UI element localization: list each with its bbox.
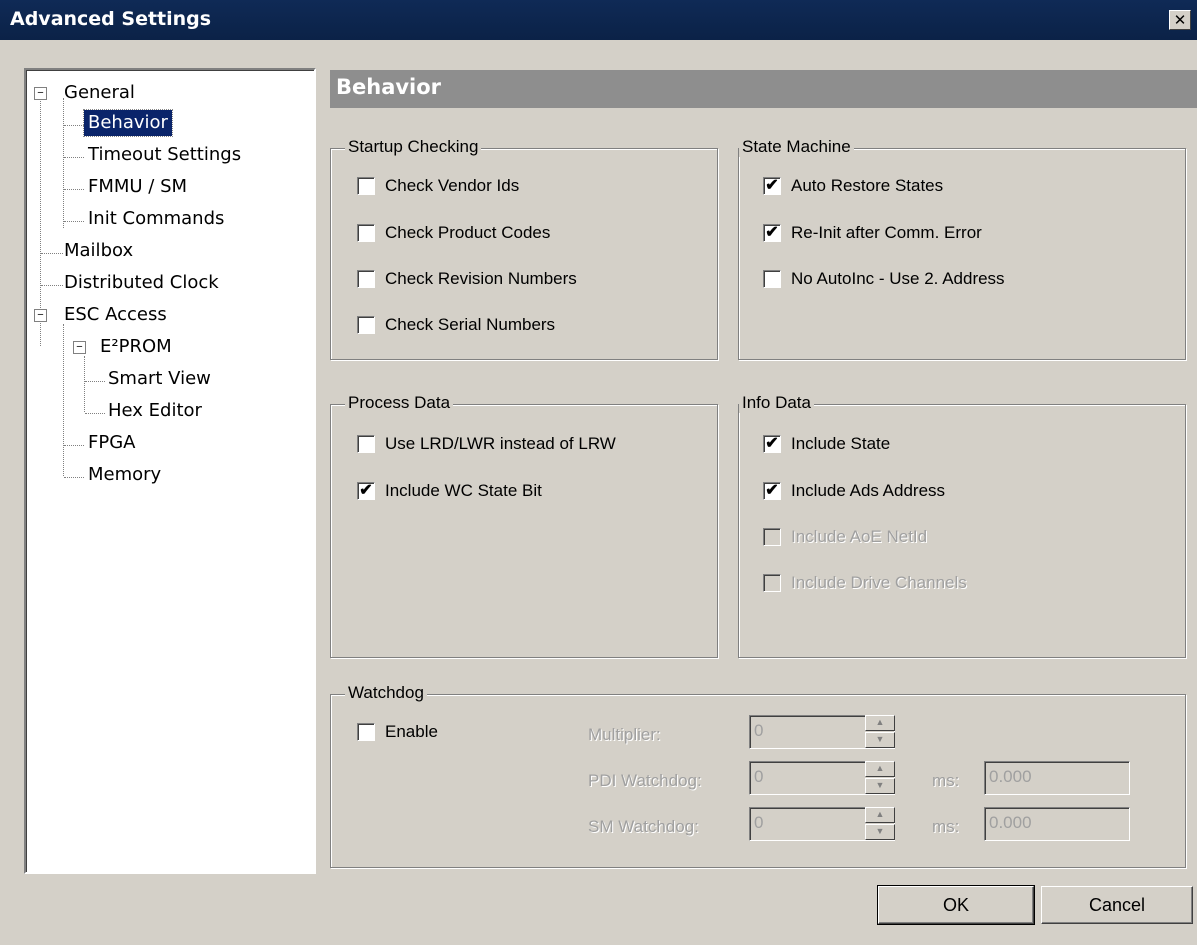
tree-connector <box>85 413 105 414</box>
tree-connector <box>64 477 84 478</box>
info-data-group: Info Data ✔ Include State ✔ Include Ads Ad… <box>738 393 1186 658</box>
checkbox-box[interactable] <box>357 316 375 334</box>
pdi-watchdog-spinner: ▲ ▼ <box>865 761 895 795</box>
ok-button[interactable]: OK <box>877 885 1035 925</box>
tree-item-timeout-settings[interactable]: Timeout Settings <box>88 142 241 168</box>
tree-connector <box>85 381 105 382</box>
tree-item-eeprom[interactable]: E²PROM <box>100 334 172 360</box>
tree-item-general[interactable]: General <box>64 80 135 106</box>
state-machine-group: State Machine ✔ Auto Restore States ✔ Re-I… <box>738 137 1186 360</box>
checkbox-label: Auto Restore States <box>791 176 944 195</box>
checkbox-label: Include AoE NetId <box>791 527 928 546</box>
checkbox-box[interactable] <box>357 224 375 242</box>
tree-connector <box>41 253 63 254</box>
sm-ms-input: 0.000 <box>984 807 1130 841</box>
spin-up-icon: ▲ <box>865 715 895 731</box>
checkbox-label: Check Serial Numbers <box>385 315 556 334</box>
tree-connector <box>64 445 84 446</box>
page-title: Behavior <box>336 75 442 99</box>
window-title: Advanced Settings <box>10 8 212 30</box>
process-data-group: Process Data Use LRD/LWR instead of LRW … <box>330 393 718 658</box>
multiplier-label: Multiplier: <box>588 725 661 744</box>
group-legend: Watchdog <box>345 683 427 703</box>
tree-item-memory[interactable]: Memory <box>88 462 161 488</box>
checkbox-box[interactable] <box>357 435 375 453</box>
startup-checking-group: Startup Checking Check Vendor Ids Check … <box>330 137 718 360</box>
tree-connector <box>64 157 84 158</box>
group-legend: Startup Checking <box>345 137 482 157</box>
checkbox-label: Enable <box>385 722 438 741</box>
tree-connector <box>64 125 84 126</box>
checkbox-box <box>763 574 781 592</box>
pdi-ms-input: 0.000 <box>984 761 1130 795</box>
collapse-icon[interactable]: − <box>34 87 47 100</box>
settings-tree[interactable]: − General Behavior Timeout Settings FMMU… <box>24 68 316 874</box>
checkbox-label: Re-Init after Comm. Error <box>791 223 982 242</box>
tree-connector <box>63 324 64 476</box>
checkbox-box[interactable] <box>357 270 375 288</box>
spin-down-icon: ▼ <box>865 778 895 794</box>
tree-item-mailbox[interactable]: Mailbox <box>64 238 133 264</box>
checkbox-label: Include Ads Address <box>791 481 946 500</box>
collapse-icon[interactable]: − <box>34 309 47 322</box>
pdi-ms-label: ms: <box>932 771 960 790</box>
checkbox-label: Include Drive Channels <box>791 573 967 592</box>
tree-item-distributed-clock[interactable]: Distributed Clock <box>64 270 219 296</box>
tree-item-fpga[interactable]: FPGA <box>88 430 135 456</box>
group-legend: Info Data <box>739 393 814 413</box>
tree-connector <box>41 285 63 286</box>
tree-connector <box>63 98 64 228</box>
checkbox-box <box>763 528 781 546</box>
checkbox-label: Use LRD/LWR instead of LRW <box>385 434 616 453</box>
spin-up-icon: ▲ <box>865 807 895 823</box>
tree-item-esc-access[interactable]: ESC Access <box>64 302 167 328</box>
sm-watchdog-spinner: ▲ ▼ <box>865 807 895 841</box>
cancel-button[interactable]: Cancel <box>1041 886 1193 924</box>
checkbox-label: Include WC State Bit <box>385 481 542 500</box>
tree-connector <box>64 221 84 222</box>
checkbox-box[interactable]: ✔ <box>763 177 781 195</box>
tree-item-fmmu-sm[interactable]: FMMU / SM <box>88 174 187 200</box>
tree-connector <box>84 356 85 412</box>
close-button[interactable]: ✕ <box>1169 10 1191 30</box>
spin-down-icon: ▼ <box>865 824 895 840</box>
checkbox-box[interactable]: ✔ <box>763 435 781 453</box>
collapse-icon[interactable]: − <box>73 341 86 354</box>
spin-up-icon: ▲ <box>865 761 895 777</box>
checkbox-box[interactable] <box>357 177 375 195</box>
tree-item-behavior[interactable]: Behavior <box>83 109 173 137</box>
checkbox-box[interactable]: ✔ <box>357 482 375 500</box>
checkbox-label: Check Product Codes <box>385 223 551 242</box>
pdi-watchdog-label: PDI Watchdog: <box>588 771 702 790</box>
title-bar: Advanced Settings ✕ <box>0 0 1197 40</box>
tree-item-smart-view[interactable]: Smart View <box>108 366 211 392</box>
checkbox-label: Check Revision Numbers <box>385 269 577 288</box>
watchdog-group: Watchdog Enable Multiplier: 0 ▲ ▼ PDI Wa… <box>330 683 1186 868</box>
tree-item-init-commands[interactable]: Init Commands <box>88 206 224 232</box>
sm-ms-label: ms: <box>932 817 960 836</box>
spin-down-icon: ▼ <box>865 732 895 748</box>
tree-item-hex-editor[interactable]: Hex Editor <box>108 398 202 424</box>
multiplier-spinner: ▲ ▼ <box>865 715 895 749</box>
group-legend: Process Data <box>345 393 454 413</box>
checkbox-box[interactable] <box>763 270 781 288</box>
checkbox-label: Include State <box>791 434 891 453</box>
checkbox-box[interactable]: ✔ <box>763 224 781 242</box>
checkbox-box[interactable] <box>357 723 375 741</box>
page-header: Behavior <box>330 70 1197 108</box>
checkbox-label: Check Vendor Ids <box>385 176 520 195</box>
group-legend: State Machine <box>739 137 854 157</box>
checkbox-label: No AutoInc - Use 2. Address <box>791 269 1005 288</box>
sm-watchdog-label: SM Watchdog: <box>588 817 699 836</box>
tree-connector <box>64 189 84 190</box>
checkbox-box[interactable]: ✔ <box>763 482 781 500</box>
